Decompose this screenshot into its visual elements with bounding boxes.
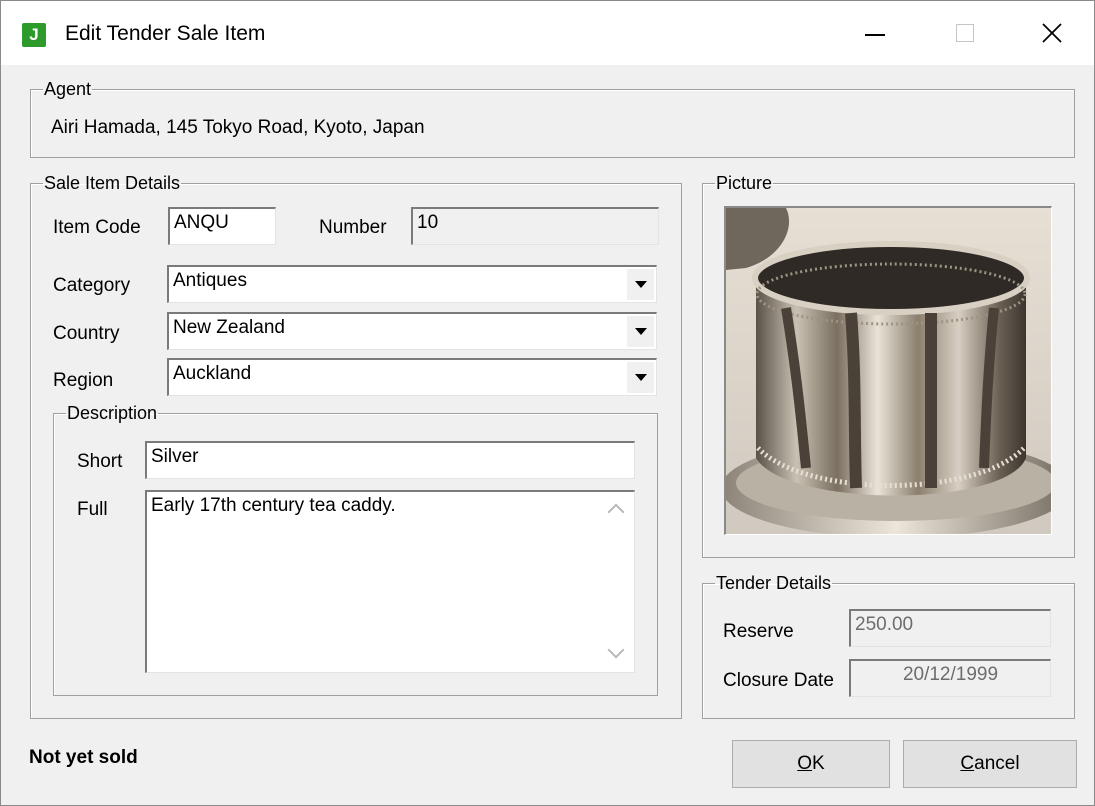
close-button[interactable] <box>1013 1 1091 65</box>
close-icon <box>1042 23 1062 43</box>
region-value: Auckland <box>173 363 252 384</box>
country-value: New Zealand <box>173 317 285 338</box>
number-field: 10 <box>411 207 659 245</box>
chevron-down-icon <box>634 374 647 381</box>
vertical-scrollbar[interactable] <box>600 492 634 672</box>
region-label: Region <box>53 370 114 391</box>
description-legend: Description <box>67 403 158 423</box>
category-dropdown[interactable]: Antiques <box>167 265 657 303</box>
category-label: Category <box>53 275 131 296</box>
item-code-input[interactable]: ANQU <box>168 207 276 245</box>
ok-button[interactable]: OK <box>732 740 890 788</box>
cancel-accelerator: C <box>960 753 975 774</box>
category-value: Antiques <box>173 270 247 291</box>
country-dropdown-button[interactable] <box>626 316 654 347</box>
chevron-down-icon <box>634 281 647 288</box>
minimize-button[interactable] <box>836 1 914 65</box>
tender-details-legend: Tender Details <box>716 573 832 593</box>
maximize-button[interactable] <box>926 1 1004 65</box>
ok-label-rest: K <box>812 753 825 774</box>
number-label: Number <box>319 217 387 238</box>
cancel-button[interactable]: Cancel <box>903 740 1077 788</box>
maximize-icon <box>956 24 974 42</box>
agent-legend: Agent <box>44 79 92 99</box>
category-dropdown-button[interactable] <box>626 269 654 300</box>
country-label: Country <box>53 323 120 344</box>
closure-date-field: 20/12/1999 <box>849 659 1051 697</box>
ok-accelerator: O <box>797 753 813 774</box>
reserve-field: 250.00 <box>849 609 1051 647</box>
tea-caddy-image <box>726 208 1051 534</box>
full-description-text: Early 17th century tea caddy. <box>151 495 396 516</box>
minimize-icon <box>865 34 885 36</box>
short-description-input[interactable]: Silver <box>145 441 635 479</box>
edit-tender-dialog: J Edit Tender Sale Item Agent Airi Hamad… <box>0 0 1095 806</box>
sale-item-details-legend: Sale Item Details <box>44 173 181 193</box>
sale-status: Not yet sold <box>29 747 138 768</box>
agent-value: Airi Hamada, 145 Tokyo Road, Kyoto, Japa… <box>51 117 425 138</box>
short-label: Short <box>77 451 123 472</box>
picture-legend: Picture <box>716 173 773 193</box>
scroll-down-icon[interactable] <box>607 641 625 659</box>
title-bar[interactable]: J Edit Tender Sale Item <box>1 1 1094 65</box>
item-code-label: Item Code <box>53 217 141 238</box>
region-dropdown[interactable]: Auckland <box>167 358 657 396</box>
country-dropdown[interactable]: New Zealand <box>167 312 657 350</box>
region-dropdown-button[interactable] <box>626 362 654 393</box>
window-title: Edit Tender Sale Item <box>65 22 266 45</box>
cancel-label-rest: ancel <box>974 753 1020 774</box>
scroll-up-icon[interactable] <box>607 503 625 521</box>
reserve-label: Reserve <box>723 621 794 642</box>
full-description-textarea[interactable]: Early 17th century tea caddy. <box>145 490 635 673</box>
app-icon: J <box>22 23 46 47</box>
item-picture <box>724 206 1052 535</box>
full-label: Full <box>77 499 108 520</box>
chevron-down-icon <box>634 328 647 335</box>
closure-date-label: Closure Date <box>723 670 834 691</box>
